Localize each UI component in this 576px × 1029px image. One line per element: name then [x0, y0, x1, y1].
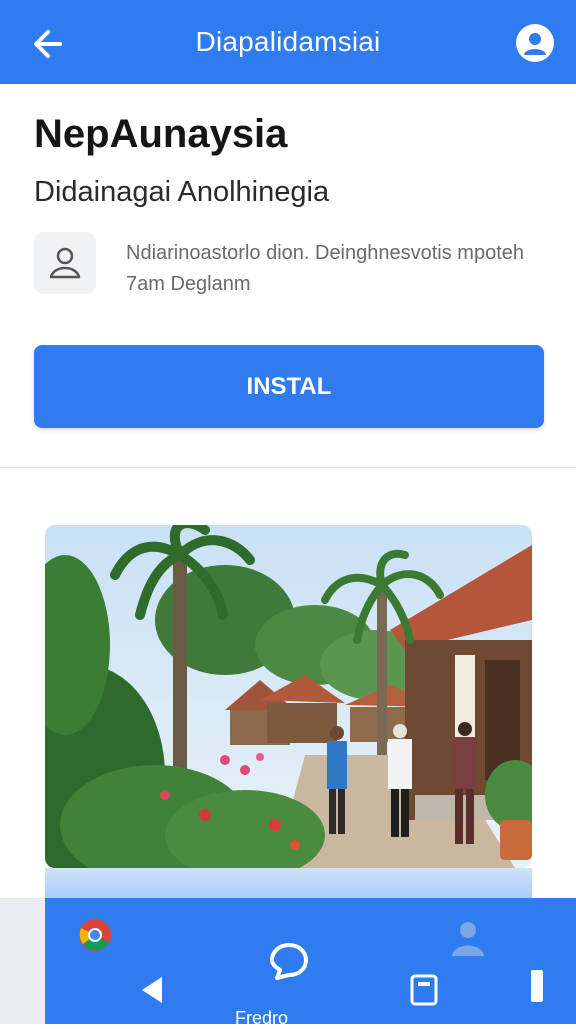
developer-text: Ndiarinoastorlo dion. Deinghnesvotis mpo… — [126, 242, 525, 295]
install-button[interactable]: INSTAL — [34, 345, 544, 428]
app-screenshot-image[interactable] — [45, 525, 532, 868]
nav-side-left — [0, 898, 45, 1024]
top-app-bar: Diapalidamsiai — [0, 0, 576, 84]
user-icon[interactable] — [516, 24, 554, 62]
divider — [0, 467, 576, 468]
chat-bubble-icon[interactable] — [268, 940, 310, 987]
developer-icon — [34, 232, 96, 294]
bottom-nav-active-label[interactable]: Fredro — [235, 1008, 288, 1029]
app-bar-title: Diapalidamsiai — [195, 26, 381, 57]
chrome-icon[interactable] — [78, 918, 112, 957]
app-name: NepAunaysia — [34, 112, 288, 156]
home-square-icon[interactable] — [410, 974, 438, 1011]
arrow-left-icon[interactable] — [26, 24, 66, 64]
back-triangle-icon[interactable] — [140, 975, 164, 1010]
recents-icon[interactable] — [529, 968, 545, 1009]
person-icon[interactable] — [448, 918, 488, 963]
developer-info: Ndiarinoastorlo dion. Deinghnesvotis mpo… — [34, 232, 544, 302]
app-subtitle: Didainagai Anolhinegia — [34, 176, 330, 208]
